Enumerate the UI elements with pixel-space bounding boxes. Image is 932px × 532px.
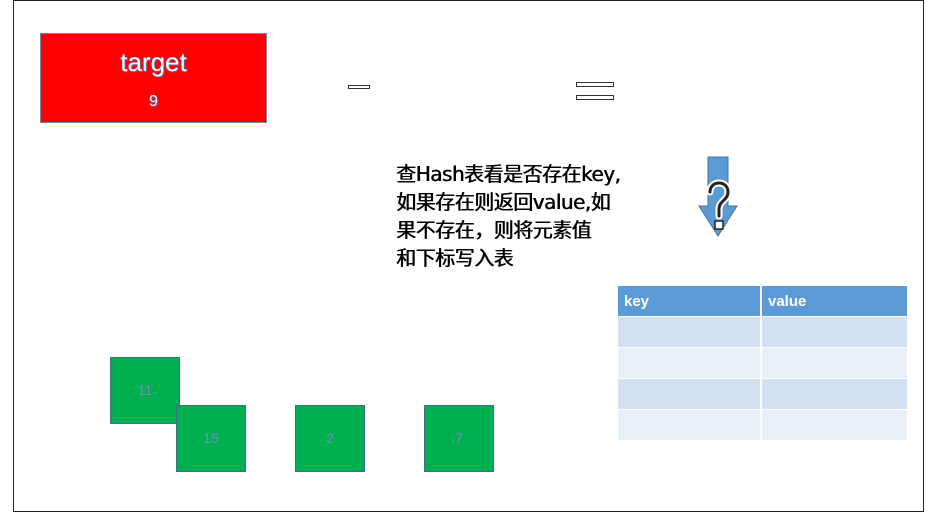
table-cell-key xyxy=(618,378,762,409)
description-line-3: 果不存在，则将元素值 xyxy=(396,218,592,242)
description-text: 查Hash表看是否存在key, 如果存在则返回value,如 果不存在，则将元素… xyxy=(396,160,666,272)
target-value: 9 xyxy=(149,93,158,110)
column-header-value: value xyxy=(762,286,907,316)
description-line-4: 和下标写入表 xyxy=(396,246,514,270)
number-box-11: 11 xyxy=(110,357,180,424)
table-row xyxy=(618,347,907,378)
table-row xyxy=(618,378,907,409)
description-line-2: 如果存在则返回value,如 xyxy=(396,190,611,214)
column-header-key: key xyxy=(618,286,762,316)
hash-table: key value xyxy=(618,286,907,440)
equals-sign-bottom xyxy=(576,95,614,100)
table-row xyxy=(618,316,907,347)
number-box-2: 2 xyxy=(295,405,365,472)
number-box-15: 15 xyxy=(176,405,246,472)
table-header-row: key value xyxy=(618,286,907,316)
table-cell-value xyxy=(762,316,907,347)
table-cell-key xyxy=(618,347,762,378)
table-cell-value xyxy=(762,409,907,440)
equals-sign-top xyxy=(576,82,614,87)
table-cell-value xyxy=(762,347,907,378)
table-row xyxy=(618,409,907,440)
table-cell-key xyxy=(618,316,762,347)
number-box-7: 7 xyxy=(424,405,494,472)
table-cell-value xyxy=(762,378,907,409)
down-arrow-with-question-mark-icon xyxy=(698,156,738,237)
minus-sign xyxy=(348,85,370,89)
target-box: target 9 xyxy=(40,33,267,123)
description-line-1: 查Hash表看是否存在key, xyxy=(396,162,621,186)
target-label: target xyxy=(120,47,187,77)
table-cell-key xyxy=(618,409,762,440)
